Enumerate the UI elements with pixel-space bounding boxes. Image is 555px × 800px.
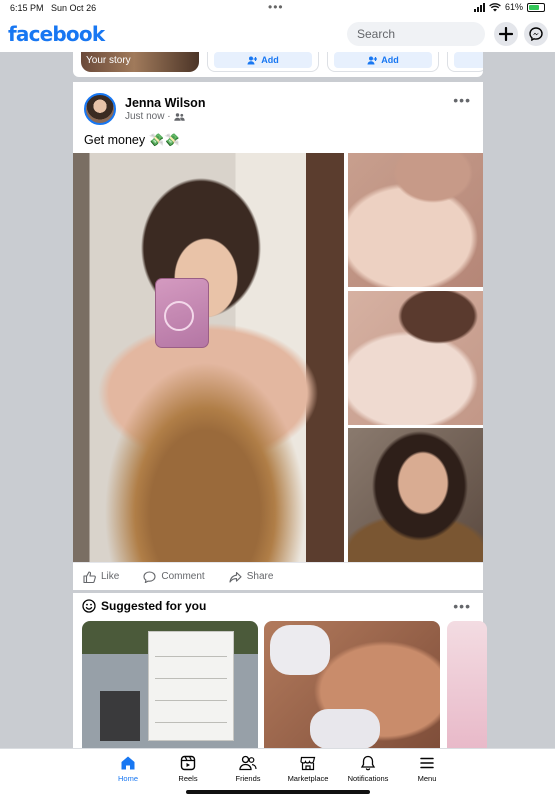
search-field[interactable]: Search	[347, 22, 485, 46]
status-bar: 6:15 PM Sun Oct 26 ••• 61%	[0, 0, 555, 16]
suggested-title: Suggested for you	[101, 599, 207, 613]
suggested-section: Suggested for you •••	[73, 593, 487, 753]
your-story-card[interactable]: Your story	[81, 52, 199, 72]
post-photo-main[interactable]	[73, 153, 344, 562]
author-avatar[interactable]	[84, 93, 116, 125]
add-friend-button[interactable]: Add	[334, 52, 432, 68]
suggested-smiley-icon	[82, 599, 96, 613]
reels-icon	[180, 755, 196, 771]
plus-icon	[499, 27, 513, 41]
comment-icon	[143, 570, 156, 583]
post-photo-2[interactable]	[348, 153, 483, 287]
add-friend-icon	[367, 56, 378, 64]
add-friend-button[interactable]	[454, 52, 483, 68]
stories-strip: Your story Add Add	[73, 52, 483, 77]
bell-icon	[360, 755, 376, 771]
post-meta: Just now ·	[125, 111, 185, 122]
home-icon	[121, 756, 135, 770]
home-indicator[interactable]	[186, 790, 370, 794]
suggested-card[interactable]	[447, 621, 487, 753]
feed-post: Jenna Wilson Just now · ••• Get money 💸💸…	[73, 82, 483, 590]
share-icon	[229, 571, 242, 583]
search-placeholder: Search	[357, 27, 396, 41]
messenger-icon	[529, 27, 543, 41]
your-story-label: Your story	[86, 55, 131, 66]
battery-icon	[527, 2, 545, 12]
top-header: facebook Search	[0, 16, 555, 52]
dresser-image	[148, 631, 234, 741]
friends-icon	[239, 755, 257, 771]
add-friend-button[interactable]: Add	[214, 52, 312, 68]
friend-suggestion-card[interactable]: Add	[327, 52, 439, 72]
glove-image	[270, 625, 330, 675]
friend-suggestion-card[interactable]	[447, 52, 483, 72]
messenger-button[interactable]	[524, 22, 548, 46]
marketplace-icon	[300, 756, 316, 771]
battery-percent: 61%	[504, 2, 523, 12]
post-text: Get money 💸💸	[84, 133, 180, 147]
suggested-card[interactable]	[82, 621, 258, 753]
post-options-icon[interactable]: •••	[453, 92, 471, 108]
friends-audience-icon	[173, 112, 185, 121]
post-photo-4[interactable]	[348, 428, 483, 562]
suggested-card[interactable]	[264, 621, 440, 753]
comment-button[interactable]: Comment	[143, 570, 205, 583]
thumbs-up-icon	[83, 570, 96, 583]
storage-drawers-image	[100, 691, 140, 741]
nav-menu[interactable]: Menu	[392, 755, 462, 783]
suggested-options-icon[interactable]: •••	[453, 598, 471, 614]
share-button[interactable]: Share	[229, 571, 273, 583]
cellular-signal-icon	[473, 2, 485, 12]
facebook-logo[interactable]: facebook	[8, 22, 105, 46]
author-name[interactable]: Jenna Wilson	[125, 96, 205, 110]
like-button[interactable]: Like	[83, 570, 119, 583]
multitask-dots[interactable]: •••	[268, 0, 284, 14]
add-friend-icon	[247, 56, 258, 64]
phone-in-photo	[155, 278, 209, 348]
post-actions: Like Comment Share	[73, 562, 483, 590]
post-time[interactable]: Just now ·	[125, 111, 171, 122]
menu-icon	[420, 757, 434, 769]
create-button[interactable]	[494, 22, 518, 46]
post-photo-3[interactable]	[348, 291, 483, 425]
status-time: 6:15 PM Sun Oct 26	[10, 3, 97, 13]
wifi-icon	[489, 2, 501, 11]
glove-image	[310, 709, 380, 749]
friend-suggestion-card[interactable]: Add	[207, 52, 319, 72]
